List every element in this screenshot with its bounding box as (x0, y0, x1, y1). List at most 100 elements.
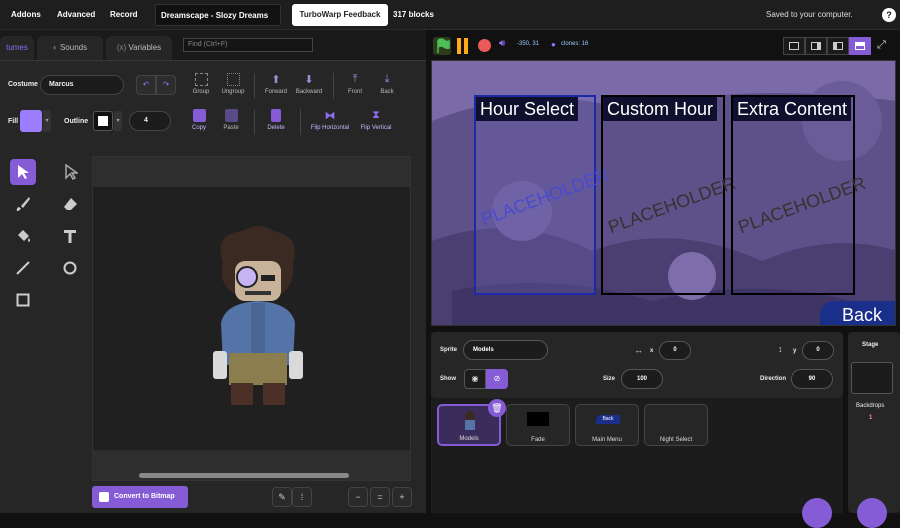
fullscreen-icon[interactable]: ⤢ (877, 39, 886, 52)
canvas-horizontal-scrollbar[interactable] (139, 473, 349, 478)
x-input[interactable]: 0 (659, 341, 691, 360)
delete-button[interactable]: Delete (262, 109, 290, 131)
zoom-out-button[interactable]: − (348, 487, 368, 507)
large-stage-icon[interactable] (827, 37, 849, 55)
mute-sound-icon[interactable]: 🔊︎ (499, 38, 505, 49)
add-backdrop-button[interactable] (857, 498, 887, 528)
normal-stage-icon[interactable] (805, 37, 827, 55)
sprite-name-input[interactable]: Models (463, 340, 548, 360)
arrow-down-icon: ⬇ (304, 74, 314, 86)
menu-record[interactable]: Record (110, 0, 138, 30)
zoom-in-icon: + (399, 492, 405, 502)
convert-to-bitmap-button[interactable]: Convert to Bitmap (92, 486, 188, 508)
tab-sounds[interactable]: ◐ Sounds (37, 36, 103, 60)
x-arrows-icon: ↔ (634, 345, 643, 355)
circle-tool[interactable] (57, 255, 83, 281)
mouse-coords: -350, 31 (517, 41, 540, 47)
arrow-bottom-icon: ⤓ (384, 73, 390, 85)
tab-variables-label: Variables (128, 43, 162, 52)
zoom-reset-button[interactable]: = (370, 487, 390, 507)
stage-back-button[interactable]: Back (820, 301, 895, 325)
sprite-label: Sprite (440, 347, 458, 353)
copy-label: Copy (191, 125, 206, 131)
copy-button[interactable]: Copy (186, 109, 212, 131)
eraser-icon (64, 198, 77, 210)
stage-pane[interactable]: Stage Backdrops 1 (848, 332, 900, 513)
custom-hour-panel[interactable]: Custom Hour PLACEHOLDER (601, 95, 738, 295)
x-label: x (650, 348, 654, 354)
backward-button[interactable]: ⬇ Backward (294, 73, 324, 95)
show-visible-eye-icon[interactable]: ◉ (464, 369, 486, 389)
flip-horizontal-button[interactable]: ⧓ Flip Horizontal (308, 109, 352, 131)
redo-icon[interactable]: ↷ (156, 75, 176, 95)
front-label: Front (347, 89, 362, 95)
outline-width-input[interactable]: 4 (129, 111, 171, 131)
flip-vertical-button[interactable]: ⧗ Flip Vertical (356, 109, 396, 131)
project-title-input[interactable]: Dreamscape - Slozy Dreams (155, 4, 281, 26)
tab-costumes[interactable]: tumes (0, 36, 34, 60)
forward-button[interactable]: ⬆ Forward (262, 73, 290, 95)
outline-color-swatch[interactable] (93, 111, 113, 131)
undo-icon[interactable]: ↶ (136, 75, 156, 95)
pause-icon-bar (464, 38, 468, 54)
stage-pane-title: Stage (862, 342, 879, 348)
pause-button[interactable] (457, 38, 469, 54)
eraser-tool[interactable] (57, 191, 83, 217)
brush-tool[interactable] (10, 191, 36, 217)
size-input[interactable]: 100 (621, 369, 663, 389)
direction-input[interactable]: 90 (791, 369, 833, 389)
line-tool[interactable] (10, 255, 36, 281)
ungroup-icon (226, 73, 240, 86)
green-flag-icon (437, 38, 450, 53)
select-tool[interactable] (10, 159, 36, 185)
select-icon (18, 165, 29, 179)
sprite-card-fade[interactable]: Fade (506, 404, 570, 446)
fill-tool[interactable] (10, 223, 36, 249)
small-stage-icon[interactable] (783, 37, 805, 55)
menu-advanced[interactable]: Advanced (57, 0, 95, 30)
text-tool[interactable] (57, 223, 83, 249)
find-input[interactable]: Find (Ctrl+F) (183, 38, 313, 52)
grid-mode-icon[interactable]: ⁞ (292, 487, 312, 507)
back-button[interactable]: ⤓ Back (374, 73, 400, 95)
zoom-in-button[interactable]: + (392, 487, 412, 507)
reshape-icon (65, 164, 78, 180)
hour-select-panel[interactable]: Hour Select PLACEHOLDER (474, 95, 611, 295)
paint-canvas[interactable] (92, 156, 411, 481)
y-arrows-icon: ↕ (778, 344, 783, 354)
costume-name-input[interactable]: Marcus (40, 75, 124, 95)
front-button[interactable]: ⤒ Front (342, 73, 368, 95)
green-flag-button[interactable] (433, 37, 451, 55)
y-input[interactable]: 0 (802, 341, 834, 360)
group-button[interactable]: Group (188, 73, 214, 95)
help-icon[interactable]: ? (882, 8, 896, 22)
brush-mode-icon[interactable]: ✎ (272, 487, 292, 507)
rectangle-tool[interactable] (10, 287, 36, 313)
reshape-tool[interactable] (57, 159, 83, 185)
paste-button[interactable]: Paste (218, 109, 244, 131)
stage-thumbnail[interactable] (851, 362, 893, 394)
menu-addons[interactable]: Addons (11, 0, 41, 30)
fill-dropdown-chevron-icon[interactable]: ▾ (43, 110, 51, 132)
delete-sprite-trash-icon[interactable]: 🗑︎ (488, 399, 506, 417)
circle-icon (63, 261, 77, 275)
stage-layout-icon[interactable] (849, 37, 871, 55)
ungroup-button[interactable]: Ungroup (218, 73, 248, 95)
zoom-out-icon: − (355, 492, 361, 502)
back-label: Back (380, 89, 394, 95)
feedback-button[interactable]: TurboWarp Feedback (292, 4, 388, 26)
sprite-card-main-menu[interactable]: Back Main Menu (575, 404, 639, 446)
extra-content-panel[interactable]: Extra Content PLACEHOLDER (731, 95, 868, 295)
tab-variables[interactable]: (x) Variables (106, 36, 172, 60)
large-stage-glyph (833, 42, 843, 50)
stage-canvas[interactable]: Hour Select PLACEHOLDER Custom Hour PLAC… (431, 60, 896, 326)
fill-color-swatch[interactable] (20, 110, 42, 132)
outline-dropdown-chevron-icon[interactable]: ▾ (114, 111, 122, 131)
add-sprite-button[interactable] (802, 498, 832, 528)
sprite-thumbnail (527, 412, 549, 426)
stage-layout-glyph (855, 42, 865, 50)
sprite-card-night-select[interactable]: Night Select (644, 404, 708, 446)
stop-icon[interactable] (478, 39, 491, 52)
group-icon (194, 73, 208, 86)
show-hidden-eye-icon[interactable]: ⊘ (486, 369, 508, 389)
